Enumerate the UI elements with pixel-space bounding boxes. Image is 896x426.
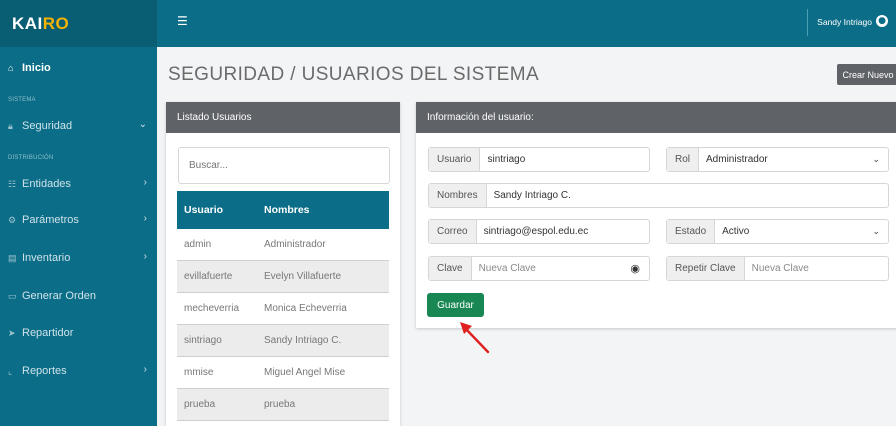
nombres-label: Nombres	[429, 184, 487, 207]
chevron-right-icon: ›	[143, 177, 147, 188]
create-new-button[interactable]: Crear Nuevo	[837, 64, 896, 85]
chart-icon: ⌞	[8, 365, 13, 376]
table-row[interactable]: sintriago Sandy Intriago C.	[177, 325, 389, 357]
sidebar-item-parametros[interactable]: ⚙︎ Parámetros ›	[0, 209, 157, 231]
clave-label: Clave	[429, 257, 472, 280]
column-header-usuario[interactable]: Usuario	[177, 204, 264, 216]
sidebar-item-repartidor[interactable]: ➤ Repartidor	[0, 322, 157, 344]
sidebar-section-sistema: SISTEMA	[8, 97, 36, 103]
annotation-arrow	[460, 322, 490, 354]
sidebar-item-label: Seguridad	[22, 120, 73, 132]
correo-label: Correo	[429, 220, 477, 243]
sidebar-item-label: Generar Orden	[22, 290, 96, 302]
sidebar-item-label: Parámetros	[22, 214, 79, 226]
rol-label: Rol	[667, 148, 700, 171]
sidebar-item-label: Reportes	[22, 365, 67, 377]
cell-usuario: sintriago	[184, 335, 222, 346]
user-name[interactable]: Sandy Intriago	[817, 17, 872, 27]
chevron-right-icon: ›	[143, 213, 147, 224]
cell-nombres: prueba	[264, 399, 296, 410]
cell-usuario: admin	[184, 239, 212, 250]
sidebar-item-seguridad[interactable]: 🔒︎ Seguridad ⌄	[0, 115, 157, 137]
chevron-right-icon: ›	[143, 251, 147, 262]
chevron-down-icon: ⌄	[872, 154, 880, 164]
cell-nombres: Monica Echeverria	[264, 303, 347, 314]
sidebar-item-label: Inventario	[22, 252, 71, 264]
sidebar-item-inicio[interactable]: ⌂ Inicio	[0, 57, 157, 79]
estado-label: Estado	[667, 220, 716, 243]
sidebar-item-inventario[interactable]: ▤ Inventario ›	[0, 247, 157, 269]
correo-value[interactable]: sintriago@espol.edu.ec	[477, 226, 649, 237]
table-header: Usuario Nombres	[177, 191, 389, 229]
user-info-header: Información del usuario:	[416, 102, 896, 133]
users-list-header: Listado Usuarios	[166, 102, 400, 133]
nombres-value[interactable]: Sandy Intriago C.	[487, 190, 888, 201]
sidebar-item-label: Repartidor	[22, 327, 74, 339]
sidebar: KAI RO ⌂ Inicio SISTEMA 🔒︎ Seguridad ⌄ DI…	[0, 0, 157, 426]
sidebar-item-label: Entidades	[22, 178, 71, 190]
chevron-down-icon: ⌄	[138, 119, 147, 130]
cell-nombres: Evelyn Villafuerte	[264, 271, 342, 282]
sidebar-item-reportes[interactable]: ⌞ Reportes ›	[0, 360, 157, 382]
chevron-down-icon: ⌄	[872, 226, 880, 236]
cell-nombres: Administrador	[264, 239, 326, 250]
brand-logo[interactable]: KAI RO	[0, 0, 157, 47]
hamburger-icon[interactable]: ☰	[177, 14, 188, 28]
save-button[interactable]: Guardar	[427, 293, 484, 317]
nombres-field[interactable]: Nombres Sandy Intriago C.	[428, 183, 889, 208]
usuario-label: Usuario	[429, 148, 481, 171]
repetir-clave-label: Repetir Clave	[667, 257, 745, 280]
cell-nombres: Miguel Angel Mise	[264, 367, 346, 378]
cell-nombres: Sandy Intriago C.	[264, 335, 342, 346]
estado-select[interactable]: Estado Activo ⌄	[666, 219, 889, 244]
sidebar-section-distribucion: DISTRIBUCIÓN	[8, 155, 54, 161]
table-row[interactable]: mmise Miguel Angel Mise	[177, 357, 389, 389]
home-icon: ⌂	[8, 63, 14, 73]
table-row[interactable]: mecheverria Monica Echeverria	[177, 293, 389, 325]
settings-icon: ⚙︎	[8, 214, 17, 225]
eye-icon[interactable]: ◉	[630, 262, 640, 275]
sidebar-item-entidades[interactable]: ☷ Entidades ›	[0, 173, 157, 195]
user-circle-icon[interactable]: ●	[876, 15, 888, 27]
user-info-card: Información del usuario:	[416, 102, 896, 328]
chevron-right-icon: ›	[143, 364, 147, 375]
clave-field[interactable]: Clave Nueva Clave ◉	[428, 256, 650, 281]
cart-icon: ▭	[8, 290, 17, 301]
usuario-field[interactable]: Usuario sintriago	[428, 147, 650, 172]
page-title: SEGURIDAD / USUARIOS DEL SISTEMA	[168, 64, 540, 85]
sidebar-item-generar-orden[interactable]: ▭ Generar Orden	[0, 285, 157, 307]
cell-usuario: mmise	[184, 367, 214, 378]
topbar: ☰ Sandy Intriago ●	[157, 0, 896, 47]
rol-value[interactable]: Administrador	[699, 154, 888, 165]
lock-icon: 🔒︎	[8, 120, 13, 131]
correo-field[interactable]: Correo sintriago@espol.edu.ec	[428, 219, 650, 244]
table-row[interactable]: evillafuerte Evelyn Villafuerte	[177, 261, 389, 293]
send-icon: ➤	[8, 327, 16, 338]
table-row[interactable]: admin Administrador	[177, 229, 389, 261]
cell-usuario: evillafuerte	[184, 271, 233, 282]
topbar-divider	[807, 9, 808, 36]
sidebar-item-label: Inicio	[22, 62, 51, 74]
usuario-value[interactable]: sintriago	[480, 154, 649, 165]
box-icon: ▤	[8, 252, 17, 263]
cell-usuario: mecheverria	[184, 303, 240, 314]
column-header-nombres[interactable]: Nombres	[264, 204, 389, 216]
table-row[interactable]: prueba prueba	[177, 389, 389, 421]
repetir-clave-input[interactable]: Nueva Clave	[745, 263, 888, 274]
estado-value[interactable]: Activo	[715, 226, 888, 237]
users-icon: ☷	[8, 178, 17, 189]
search-input[interactable]	[178, 147, 390, 184]
repetir-clave-field[interactable]: Repetir Clave Nueva Clave	[666, 256, 889, 281]
rol-select[interactable]: Rol Administrador ⌄	[666, 147, 889, 172]
cell-usuario: prueba	[184, 399, 216, 410]
users-list-card: Listado Usuarios Usuario Nombres admin A…	[166, 102, 400, 426]
clave-input[interactable]: Nueva Clave	[472, 263, 649, 274]
